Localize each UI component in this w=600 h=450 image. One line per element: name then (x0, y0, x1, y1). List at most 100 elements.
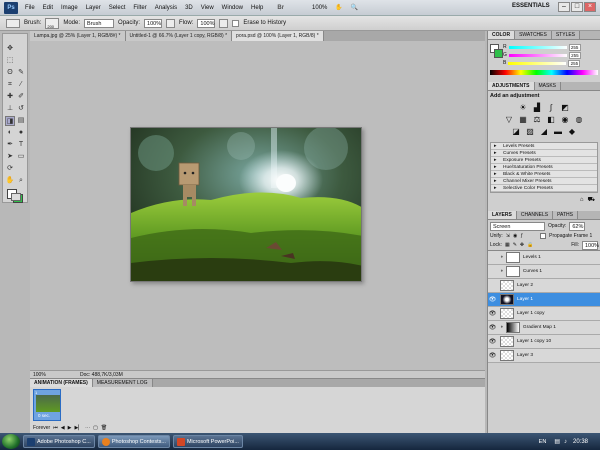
mode-select[interactable]: Brush (84, 18, 115, 28)
tab-swatches[interactable]: SWATCHES (515, 31, 552, 39)
gradient-tool-icon[interactable]: ▤ (16, 116, 26, 126)
eyedropper-tool-icon[interactable]: ⁄ (16, 80, 26, 90)
menu-window[interactable]: Window (218, 0, 247, 16)
tab-pora[interactable]: pora.psd @ 100% (Layer 1, RGB/8) * (232, 31, 324, 41)
tab-animation-frames[interactable]: ANIMATION (FRAMES) (30, 379, 93, 387)
hue-saturation-icon[interactable]: ▦ (518, 115, 528, 125)
language-indicator[interactable]: EN (539, 439, 547, 445)
preset-channel-mixer[interactable]: Channel Mixer Presets (491, 178, 597, 185)
opacity-pressure-icon[interactable] (166, 18, 176, 28)
layer-row-layer-1[interactable]: 👁 Layer 1 (488, 293, 600, 307)
blue-slider[interactable] (508, 61, 567, 65)
quick-mask-icon[interactable] (11, 193, 21, 201)
green-value[interactable]: 255 (568, 51, 581, 59)
photo-filter-icon[interactable]: ◉ (560, 115, 570, 125)
menu-help[interactable]: Help (247, 0, 267, 16)
unify-visibility-icon[interactable]: ◉ (513, 233, 517, 239)
tween-icon[interactable]: ⋯ (85, 425, 90, 431)
visibility-eye-icon[interactable]: 👁 (488, 338, 497, 345)
unify-style-icon[interactable]: ƒ (520, 233, 523, 239)
tray-volume-icon[interactable]: ♪ (564, 439, 567, 445)
erase-history-checkbox[interactable] (232, 19, 240, 27)
visibility-eye-icon[interactable]: 👁 (488, 324, 497, 331)
color-balance-icon[interactable]: ⚖ (532, 115, 542, 125)
preset-curves[interactable]: Curves Presets (491, 150, 597, 157)
frame-delay[interactable]: 0 sec. (38, 413, 50, 418)
dodge-tool-icon[interactable]: ● (16, 128, 26, 138)
layer-row-layer-1-copy-10[interactable]: 👁 Layer 1 copy 10 (488, 335, 600, 349)
eraser-tool-icon[interactable]: ◨ (5, 116, 15, 126)
menu-edit[interactable]: Edit (39, 0, 57, 16)
airbrush-icon[interactable] (219, 18, 229, 28)
tab-masks[interactable]: MASKS (534, 82, 562, 90)
lock-position-icon[interactable]: ✥ (520, 242, 524, 248)
flow-field[interactable]: 100% (197, 18, 216, 28)
invert-icon[interactable]: ◪ (511, 127, 521, 137)
quick-select-tool-icon[interactable]: ✎ (16, 68, 26, 78)
close-button[interactable]: × (584, 2, 596, 12)
workspace-switcher[interactable]: ESSENTIALS (512, 3, 550, 9)
color-spectrum-bar[interactable] (490, 70, 598, 75)
red-slider[interactable] (508, 45, 567, 49)
stamp-tool-icon[interactable]: ⊥ (5, 104, 15, 114)
start-button[interactable] (2, 434, 20, 449)
first-frame-icon[interactable]: ⏮ (53, 425, 58, 431)
taskbar-item-powerpoint[interactable]: Microsoft PowerPoi... (172, 435, 243, 448)
menu-3d[interactable]: 3D (181, 0, 197, 16)
menu-view[interactable]: View (197, 0, 218, 16)
lock-transparency-icon[interactable]: ▦ (505, 242, 510, 248)
history-brush-tool-icon[interactable]: ↺ (16, 104, 26, 114)
animation-frame-1[interactable]: 1 0 sec. (33, 389, 61, 421)
zoom-icon[interactable]: 🔍 (347, 0, 362, 16)
color-bg-swatch[interactable] (494, 49, 503, 58)
threshold-icon[interactable]: ◢ (539, 127, 549, 137)
visibility-eye-icon[interactable]: 👁 (488, 352, 497, 359)
menu-select[interactable]: Select (105, 0, 130, 16)
black-white-icon[interactable]: ◧ (546, 115, 556, 125)
lasso-tool-icon[interactable]: ʘ (5, 68, 15, 78)
layer-row-layer-1-copy[interactable]: 👁 Layer 1 copy (488, 307, 600, 321)
tab-adjustments[interactable]: ADJUSTMENTS (488, 82, 535, 90)
selective-color-icon[interactable]: ◆ (567, 127, 577, 137)
posterize-icon[interactable]: ▨ (525, 127, 535, 137)
clock[interactable]: 20:38 (573, 439, 588, 445)
exposure-icon[interactable]: ◩ (560, 103, 570, 113)
tab-layers[interactable]: LAYERS (488, 211, 517, 219)
healing-tool-icon[interactable]: ✚ (5, 92, 15, 102)
layer-row-layer-2[interactable]: Layer 2 (488, 279, 600, 293)
opacity-field[interactable]: 100% (144, 18, 163, 28)
pen-tool-icon[interactable]: ✒ (5, 140, 15, 150)
tab-lampa[interactable]: Lampa.jpg @ 25% (Layer 1, RGB/8#) * (30, 31, 126, 41)
layer-row-levels-1[interactable]: ◑ Levels 1 (488, 251, 600, 265)
layer-row-gradient-map-1[interactable]: 👁 ◑ Gradient Map 1 (488, 321, 600, 335)
levels-icon[interactable]: ▟ (532, 103, 542, 113)
red-value[interactable]: 255 (568, 43, 581, 51)
blue-value[interactable]: 255 (568, 59, 581, 67)
adjustment-clip-icon[interactable]: ⌂ (580, 197, 584, 203)
layer-row-layer-3[interactable]: 👁 Layer 3 (488, 349, 600, 363)
brightness-contrast-icon[interactable]: ☀ (518, 103, 528, 113)
menu-analysis[interactable]: Analysis (151, 0, 181, 16)
blend-mode-select[interactable]: Screen (490, 221, 545, 231)
menu-filter[interactable]: Filter (129, 0, 150, 16)
type-tool-icon[interactable]: T (16, 140, 26, 150)
tab-paths[interactable]: PATHS (553, 211, 578, 219)
propagate-checkbox[interactable] (540, 232, 547, 239)
curves-icon[interactable]: ∫ (546, 103, 556, 113)
vibrance-icon[interactable]: ▽ (504, 115, 514, 125)
visibility-eye-icon[interactable]: 👁 (488, 310, 497, 317)
hand-icon[interactable]: ✋ (331, 0, 346, 16)
unify-position-icon[interactable]: ⇲ (506, 233, 510, 239)
document-canvas-photo[interactable] (130, 127, 362, 282)
eraser-tool-preset-icon[interactable] (6, 18, 20, 28)
crop-tool-icon[interactable]: ⌗ (5, 80, 15, 90)
preset-levels[interactable]: Levels Presets (491, 143, 597, 150)
lock-pixels-icon[interactable]: ✎ (513, 242, 517, 248)
loop-select[interactable]: Forever (33, 425, 50, 431)
blur-tool-icon[interactable]: ◐ (5, 128, 15, 138)
fill-field[interactable]: 100% (582, 240, 599, 250)
taskbar-item-photoshop[interactable]: Adobe Photoshop C... (23, 435, 95, 448)
preset-black-white[interactable]: Black & White Presets (491, 171, 597, 178)
zoom-level[interactable]: 100% (308, 0, 331, 16)
delete-frame-icon[interactable]: 🗑 (101, 425, 107, 431)
